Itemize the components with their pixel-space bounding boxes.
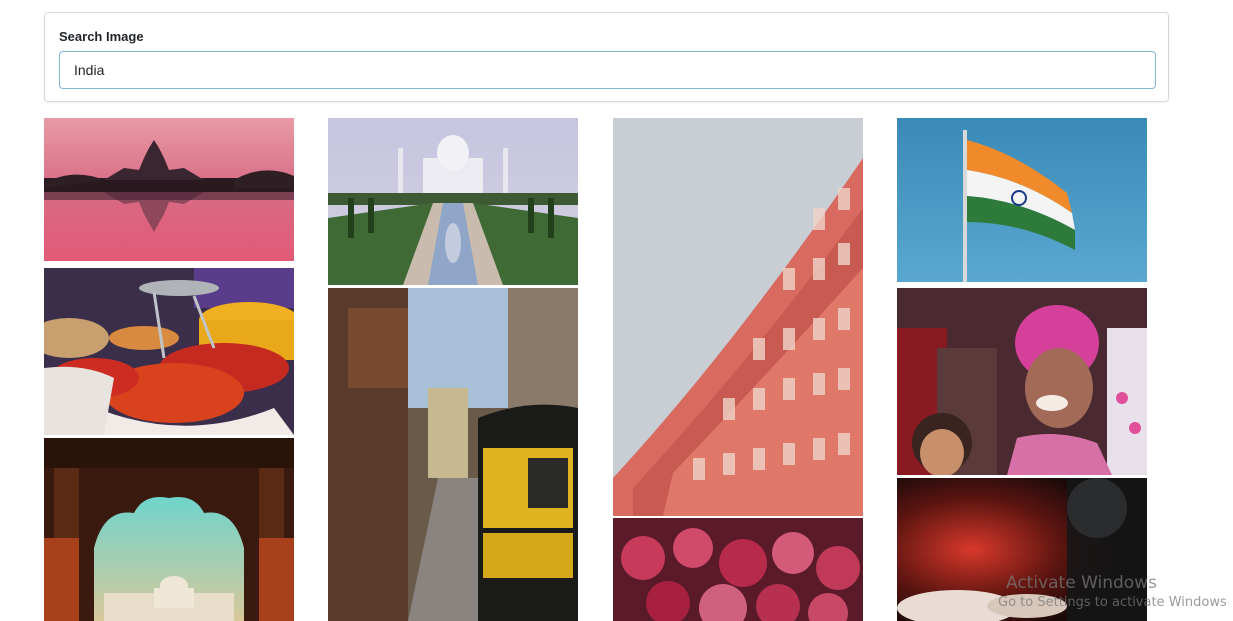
search-label: Search Image [59,29,144,44]
gallery-image-indian-flag[interactable] [897,118,1147,282]
gallery-image-spice-market[interactable] [44,268,294,435]
gallery-image-taj-through-arch[interactable] [44,438,294,621]
gallery-image-taj-mahal[interactable] [328,118,578,285]
search-card: Search Image [44,12,1169,102]
gallery-image-street-rickshaw[interactable] [328,288,578,621]
search-input[interactable] [59,51,1156,89]
gallery-image-dark-red[interactable] [897,478,1147,621]
gallery-image-victoria-memorial[interactable] [44,118,294,261]
gallery-image-hawa-mahal[interactable] [613,118,863,516]
gallery-image-holi-girl[interactable] [897,288,1147,475]
gallery-image-holi-crowd[interactable] [613,518,863,621]
